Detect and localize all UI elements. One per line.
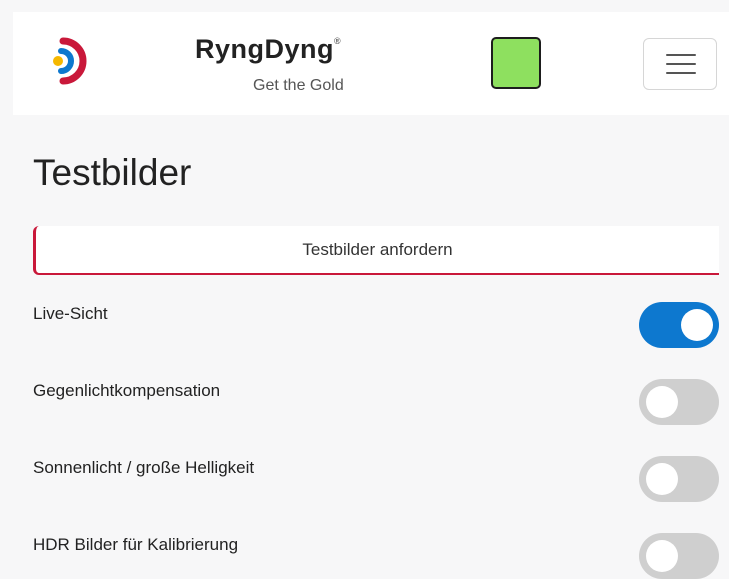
toggle-switch-sunlight[interactable] [639, 456, 719, 502]
switch-knob [646, 386, 678, 418]
registered-mark: ® [334, 36, 342, 46]
request-test-images-button[interactable]: Testbilder anfordern [33, 226, 719, 275]
status-indicator[interactable] [491, 37, 541, 89]
toggle-switch-backlight-compensation[interactable] [639, 379, 719, 425]
app-frame: RyngDyng® Get the Gold Testbilder Testbi… [0, 0, 729, 579]
toggle-label: Sonnenlicht / große Helligkeit [33, 458, 255, 477]
top-edge [0, 0, 729, 12]
toggle-switch-hdr-calibration[interactable] [639, 533, 719, 579]
toggle-row-sunlight: Sonnenlicht / große Helligkeit [33, 456, 719, 504]
target-icon[interactable] [49, 37, 89, 85]
toggle-label: Gegenlichtkompensation [33, 381, 221, 400]
toggle-label: Live-Sicht [33, 304, 108, 323]
switch-knob [646, 540, 678, 572]
brand-tagline: Get the Gold [253, 77, 344, 94]
menu-bar-top [666, 54, 696, 56]
toggle-row-live-view: Live-Sicht [33, 302, 719, 350]
menu-bar-middle [666, 63, 696, 65]
menu-toggle-button[interactable] [643, 38, 717, 90]
switch-knob [646, 463, 678, 495]
toggle-row-hdr-calibration: HDR Bilder für Kalibrierung [33, 533, 719, 579]
brand-name: RyngDyng® [195, 34, 341, 65]
switch-knob [681, 309, 713, 341]
brand-logo[interactable]: RyngDyng® Get the Gold [195, 34, 375, 96]
page-title: Testbilder [33, 152, 192, 193]
toggle-label: HDR Bilder für Kalibrierung [33, 535, 239, 554]
toggle-switch-live-view[interactable] [639, 302, 719, 348]
brand-name-text: RyngDyng [195, 34, 334, 64]
toggle-row-backlight-compensation: Gegenlichtkompensation [33, 379, 719, 427]
menu-bar-bottom [666, 72, 696, 74]
